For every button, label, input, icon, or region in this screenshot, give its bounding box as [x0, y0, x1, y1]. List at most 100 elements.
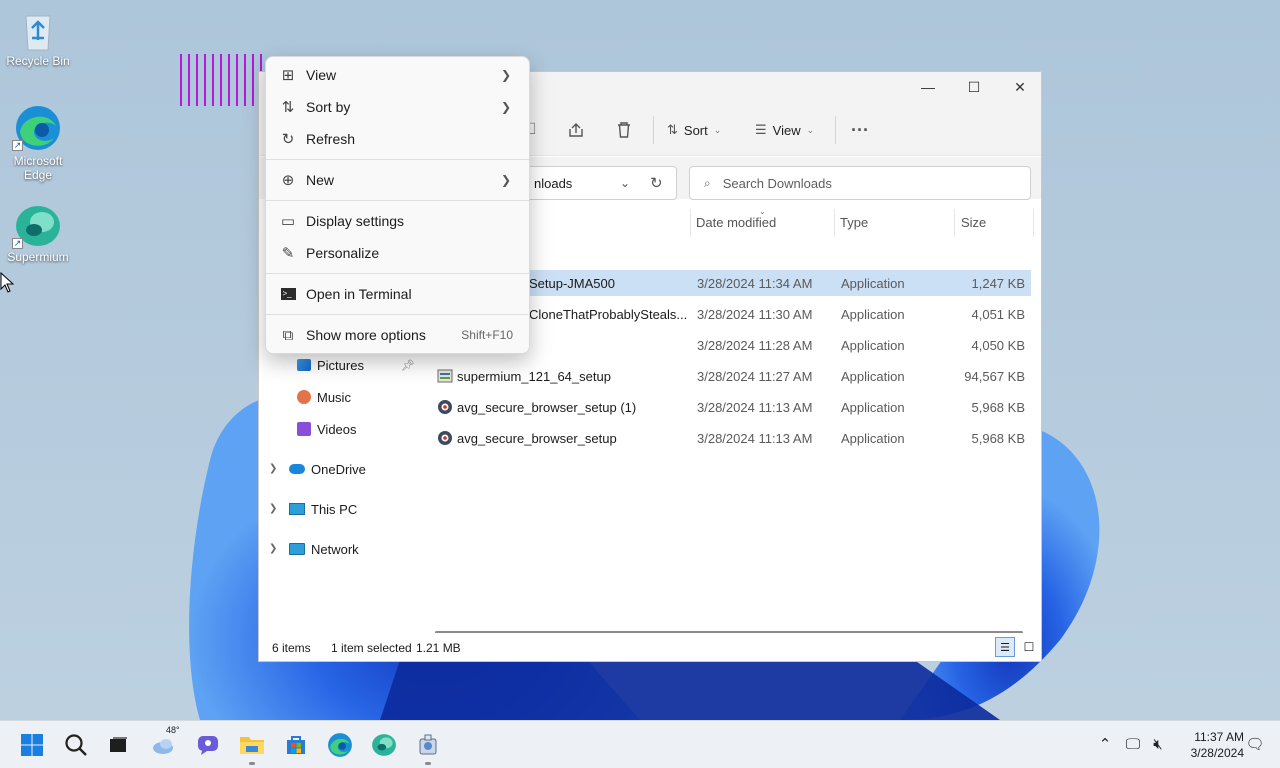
view-button-label: View: [772, 122, 801, 138]
task-view-button[interactable]: [102, 729, 134, 761]
chevron-right-icon[interactable]: ❯: [269, 463, 277, 474]
column-divider[interactable]: [954, 209, 955, 237]
menu-item-label: Display settings: [306, 213, 405, 229]
nav-item-label: Music: [317, 389, 351, 405]
details-view-button[interactable]: ☰: [995, 637, 1015, 657]
tiles-view-button[interactable]: ☐: [1019, 637, 1039, 657]
file-date: 3/28/2024 11:27 AM: [697, 369, 813, 384]
menu-item-new[interactable]: ⊕ New ❯: [270, 164, 527, 196]
menu-item-view[interactable]: ⊞ View ❯: [270, 59, 527, 91]
clock-time: 11:37 AM: [1194, 730, 1244, 744]
installer-taskbar-button[interactable]: [412, 729, 444, 761]
menu-item-label: Show more options: [306, 327, 426, 343]
desktop-icon-supermium[interactable]: ↗ Supermium: [0, 204, 76, 264]
menu-item-label: Open in Terminal: [306, 286, 412, 302]
file-explorer-taskbar-button[interactable]: [236, 729, 268, 761]
menu-item-refresh[interactable]: ↻ Refresh: [270, 123, 527, 155]
music-icon: [297, 390, 311, 404]
display-settings-icon: ▭: [280, 213, 296, 230]
store-button[interactable]: [280, 729, 312, 761]
shortcut-arrow-icon: ↗: [12, 140, 23, 151]
menu-item-display-settings[interactable]: ▭ Display settings: [270, 205, 527, 237]
sort-button[interactable]: ⇅ Sort ⌄: [667, 119, 721, 141]
view-list-icon: ☰: [755, 122, 767, 137]
file-row[interactable]: supermium_121_64_setup 3/28/2024 11:27 A…: [429, 363, 1031, 389]
maximize-button[interactable]: ☐: [951, 74, 997, 100]
edge-taskbar-button[interactable]: [324, 729, 356, 761]
nav-item-network[interactable]: Network: [289, 537, 359, 561]
nav-item-music[interactable]: Music: [297, 385, 351, 409]
nav-item-this-pc[interactable]: This PC: [289, 497, 357, 521]
purple-stripes-artifact: [180, 54, 264, 106]
chevron-down-icon[interactable]: ⌄: [620, 176, 630, 190]
nav-item-pictures[interactable]: Pictures 📌︎: [297, 353, 415, 377]
search-button[interactable]: [60, 729, 92, 761]
search-input[interactable]: Search Downloads: [723, 176, 832, 191]
refresh-icon: ↻: [281, 131, 295, 148]
widgets-button[interactable]: 48°: [148, 725, 180, 761]
desktop-icon-edge[interactable]: ↗ Microsoft Edge: [0, 104, 76, 182]
installer-icon: [419, 734, 437, 755]
weather-cloud-icon: [153, 739, 173, 754]
network-status-icon: 🖵︎: [1125, 735, 1141, 753]
sort-icon: ⇅: [281, 99, 295, 116]
refresh-icon[interactable]: ↻: [650, 174, 663, 192]
menu-separator: [266, 159, 529, 160]
toolbar-separator: [653, 116, 654, 144]
desktop-icon-label: Microsoft Edge: [13, 154, 63, 182]
notifications-button[interactable]: 🗨︎: [1244, 733, 1266, 755]
column-header-size[interactable]: Size: [961, 215, 986, 237]
column-divider[interactable]: [690, 209, 691, 237]
teams-chat-button[interactable]: [192, 729, 224, 761]
view-button[interactable]: ☰ View ⌄: [755, 119, 814, 141]
pin-icon[interactable]: 📌︎: [401, 359, 415, 372]
menu-item-open-in-terminal[interactable]: >_ Open in Terminal: [270, 278, 527, 310]
trash-icon: [618, 122, 630, 138]
column-header-type[interactable]: Type: [840, 215, 868, 237]
column-divider[interactable]: [834, 209, 835, 237]
menu-item-sort-by[interactable]: ⇅ Sort by ❯: [270, 91, 527, 123]
delete-button[interactable]: [613, 119, 635, 141]
recycle-bin-icon: [25, 15, 51, 51]
file-explorer-icon: [240, 737, 264, 754]
nav-item-videos[interactable]: Videos: [297, 417, 357, 441]
network-status-button[interactable]: 🖵︎: [1122, 733, 1144, 755]
close-button[interactable]: ✕: [997, 74, 1041, 100]
file-name: avg_secure_browser_setup (1): [457, 400, 637, 415]
desktop-icon-label: Recycle Bin: [6, 54, 70, 68]
taskbar-clock[interactable]: 11:37 AM 3/28/2024: [1172, 729, 1244, 761]
chevron-down-icon: ⌄: [806, 124, 815, 135]
volume-button[interactable]: 🔇︎: [1147, 733, 1169, 755]
column-header-date[interactable]: Date modified: [696, 215, 776, 237]
new-plus-icon: ⊕: [281, 172, 295, 189]
share-icon: [569, 123, 583, 137]
search-icon: [65, 734, 87, 756]
nav-item-label: Pictures: [317, 357, 364, 373]
start-button[interactable]: [16, 729, 48, 761]
show-hidden-icons-button[interactable]: ⌃: [1094, 733, 1116, 755]
menu-item-show-more-options[interactable]: ⧉ Show more options Shift+F10: [270, 319, 527, 351]
column-divider[interactable]: [1033, 209, 1034, 237]
menu-item-label: Personalize: [306, 245, 380, 261]
supermium-taskbar-button[interactable]: [368, 729, 400, 761]
minimize-icon: —: [921, 79, 935, 95]
clock-date: 3/28/2024: [1190, 746, 1244, 760]
chevron-down-icon: ⌄: [713, 124, 722, 135]
file-row[interactable]: avg_secure_browser_setup 3/28/2024 11:13…: [429, 425, 1031, 451]
chevron-right-icon[interactable]: ❯: [269, 543, 277, 554]
menu-item-personalize[interactable]: ✎ Personalize: [270, 237, 527, 269]
minimize-button[interactable]: —: [905, 74, 951, 100]
menu-item-label: Sort by: [306, 99, 351, 115]
nav-item-onedrive[interactable]: OneDrive: [289, 457, 366, 481]
file-date: 3/28/2024 11:30 AM: [697, 307, 813, 322]
share-button[interactable]: [565, 119, 587, 141]
desktop-icon-recycle-bin[interactable]: Recycle Bin: [0, 10, 76, 68]
see-more-button[interactable]: ···: [849, 119, 871, 141]
file-row[interactable]: avg_secure_browser_setup (1) 3/28/2024 1…: [429, 394, 1031, 420]
file-date: 3/28/2024 11:13 AM: [697, 400, 813, 415]
file-size: 5,968 KB: [971, 431, 1026, 446]
search-box[interactable]: ⌕ Search Downloads: [689, 166, 1031, 200]
weather-temperature: 48°: [166, 725, 180, 735]
chevron-right-icon[interactable]: ❯: [269, 503, 277, 514]
close-icon: ✕: [1014, 78, 1026, 95]
